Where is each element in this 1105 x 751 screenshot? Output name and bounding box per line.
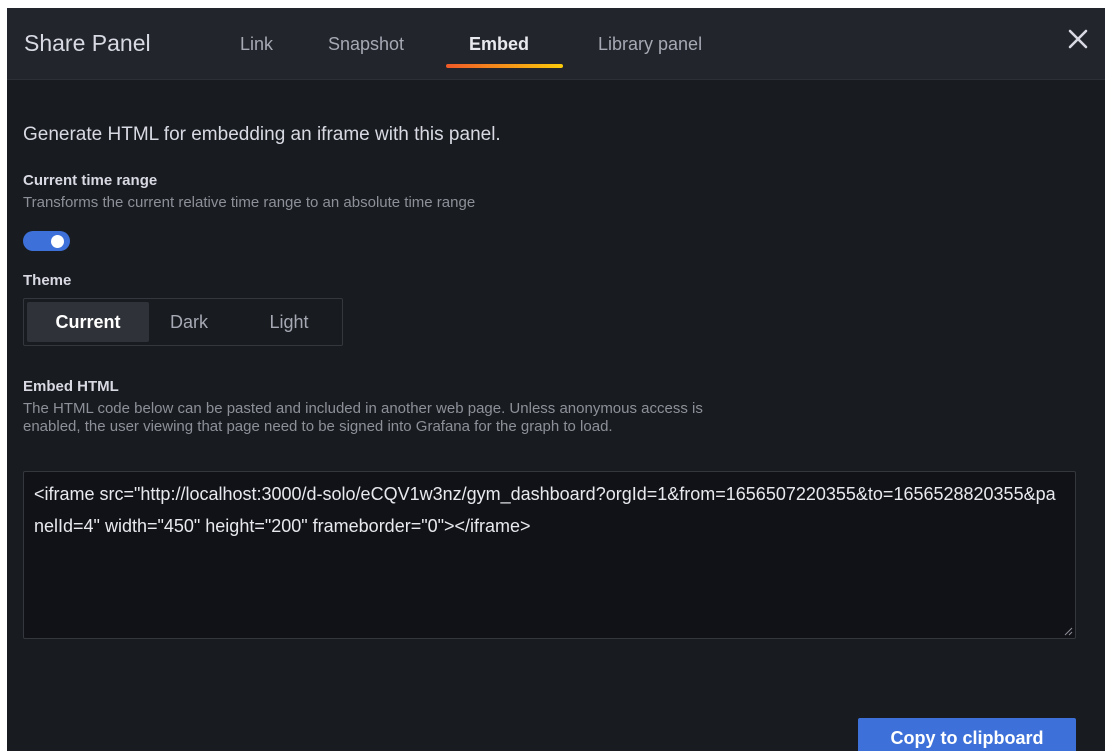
embed-html-textarea[interactable]: <iframe src="http://localhost:3000/d-sol… xyxy=(23,471,1076,639)
embed-tab-content: Generate HTML for embedding an iframe wi… xyxy=(7,80,1105,751)
theme-option-dark[interactable]: Dark xyxy=(154,302,224,342)
tab-link[interactable]: Link xyxy=(240,32,273,56)
active-tab-indicator xyxy=(446,64,563,68)
embed-html-description: The HTML code below can be pasted and in… xyxy=(23,400,703,435)
theme-option-light[interactable]: Light xyxy=(254,302,324,342)
resize-grip-icon[interactable] xyxy=(1064,627,1073,636)
time-range-label: Current time range xyxy=(23,172,158,189)
tab-embed[interactable]: Embed xyxy=(469,32,529,56)
share-panel-dialog: Share Panel Link Snapshot Embed Library … xyxy=(7,8,1105,751)
close-button[interactable] xyxy=(1065,26,1091,52)
dialog-header: Share Panel Link Snapshot Embed Library … xyxy=(7,8,1105,80)
time-range-toggle[interactable] xyxy=(23,231,70,251)
theme-label: Theme xyxy=(23,272,72,289)
time-range-description: Transforms the current relative time ran… xyxy=(23,194,476,211)
tab-library-panel[interactable]: Library panel xyxy=(598,32,702,56)
embed-html-label: Embed HTML xyxy=(23,378,119,395)
theme-radio-group: Current Dark Light xyxy=(23,298,343,346)
close-icon xyxy=(1068,29,1088,49)
copy-to-clipboard-button[interactable]: Copy to clipboard xyxy=(858,718,1076,751)
embed-html-code: <iframe src="http://localhost:3000/d-sol… xyxy=(34,484,1056,536)
embed-intro-text: Generate HTML for embedding an iframe wi… xyxy=(23,124,501,145)
theme-option-current[interactable]: Current xyxy=(27,302,149,342)
toggle-knob xyxy=(51,235,64,248)
dialog-title: Share Panel xyxy=(24,30,151,56)
tab-snapshot[interactable]: Snapshot xyxy=(328,32,404,56)
